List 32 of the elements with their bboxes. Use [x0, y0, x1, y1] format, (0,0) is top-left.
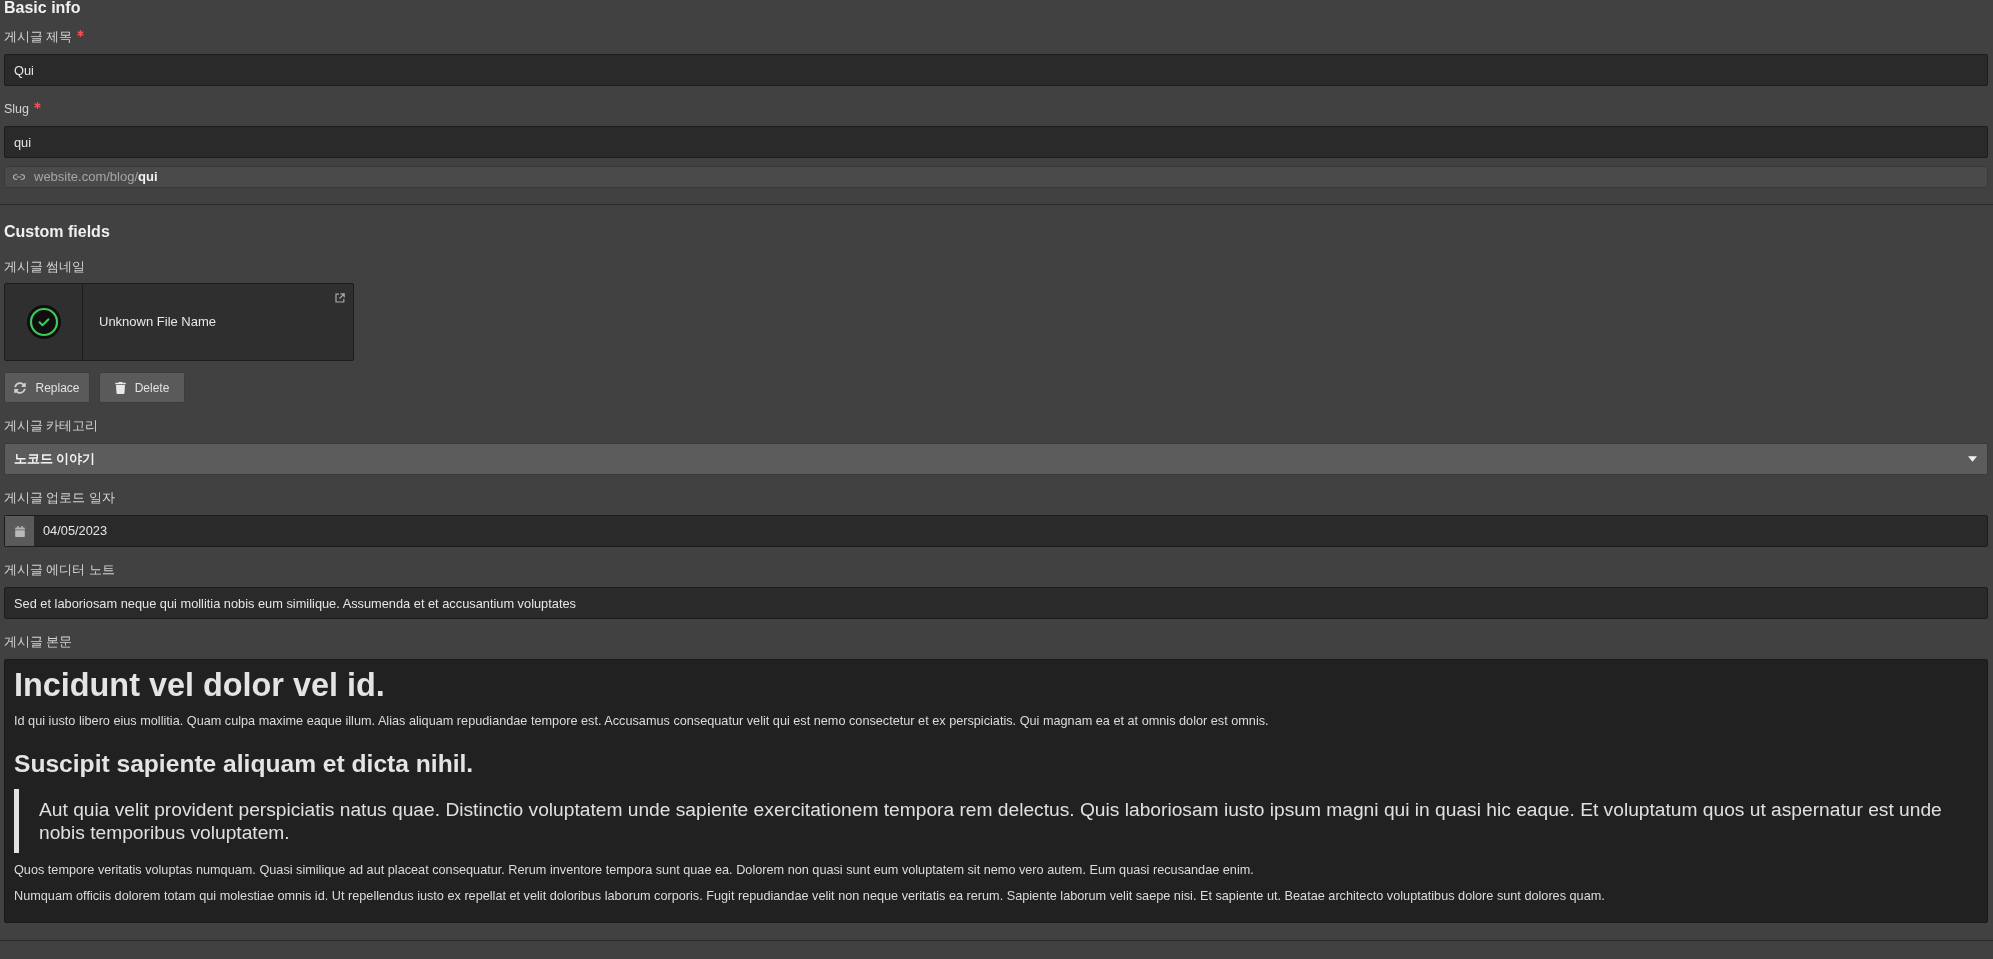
field-label: 게시글 제목: [4, 29, 73, 45]
editor-heading: Incidunt vel dolor vel id.: [14, 666, 386, 704]
field-label: 게시글 업로드 일자: [4, 490, 115, 506]
caret-down-icon: [1968, 456, 1977, 462]
field-label: 게시글 에디터 노트: [4, 562, 115, 578]
link-icon: [13, 174, 25, 180]
section-heading: Custom fields: [4, 223, 111, 241]
calendar-icon: [14, 525, 25, 537]
field-label: Slug: [4, 101, 30, 117]
field-label: 게시글 본문: [4, 634, 73, 650]
replace-button[interactable]: Replace: [4, 372, 90, 403]
editor-paragraph: Quos tempore veritatis voluptas numquam. Quasi similique ad aut placeat consequatur. Rerum inventore tempora sunt quae ea. Dolorem non quasi sunt eum voluptatem sit nemo vero autem. Eum quasi recusandae enim.: [14, 862, 1255, 879]
refresh-icon: [14, 381, 27, 394]
trash-icon: [114, 381, 126, 394]
text-input[interactable]: Qui: [4, 54, 1988, 86]
text-input[interactable]: qui: [4, 126, 1988, 158]
check-circle-icon: [26, 305, 61, 339]
delete-button[interactable]: Delete: [99, 372, 185, 403]
file-name: Unknown File Name: [99, 313, 217, 332]
editor-paragraph: Numquam officiis dolorem totam qui molestiae omnis id. Ut repellendus iusto ex repellat et velit doloribus laborum corporis. Fugit repudiandae velit non neque veritatis ea rerum. Sapiente laborum velit saepe nisi. Et sapiente ut. Beatae architecto voluptatibus dolore sunt dolores quam.: [14, 888, 1606, 905]
section-heading: Basic info: [4, 0, 82, 16]
block-quote: Aut quia velit provident perspiciatis natus quae. Distinctio voluptatem unde sapiente exercitationem tempora rem delectus. Quis laboriosam iusto ipsum magni qui in quasi hic eaque. Et voluptatum quos ut aspernatur est unde nobis temporibus voluptatem.: [14, 789, 1967, 853]
rich-text-editor[interactable]: [4, 659, 1988, 923]
category-select[interactable]: 노코드 이야기: [4, 443, 1988, 475]
field-label: 게시글 카테고리: [4, 418, 99, 434]
external-link-icon[interactable]: [335, 293, 345, 303]
editor-paragraph: Id qui iusto libero eius mollitia. Quam culpa maxime eaque illum. Alias aliquam repudiandae tempore est. Accusamus consequatur velit qui est nemo consectetur et ex perspiciatis. Qui magnam ea et at omnis dolor est omnis.: [14, 713, 1270, 730]
url-text: website.com/blog/qui: [34, 168, 158, 187]
editor-subheading: Suscipit sapiente aliquam et dicta nihil.: [14, 750, 475, 778]
calendar-button[interactable]: [5, 516, 34, 546]
field-label: 게시글 썸네일: [4, 259, 86, 275]
text-input[interactable]: Sed et laboriosam neque qui mollitia nobis eum similique. Assumenda et et accusantium voluptates: [4, 587, 1988, 619]
